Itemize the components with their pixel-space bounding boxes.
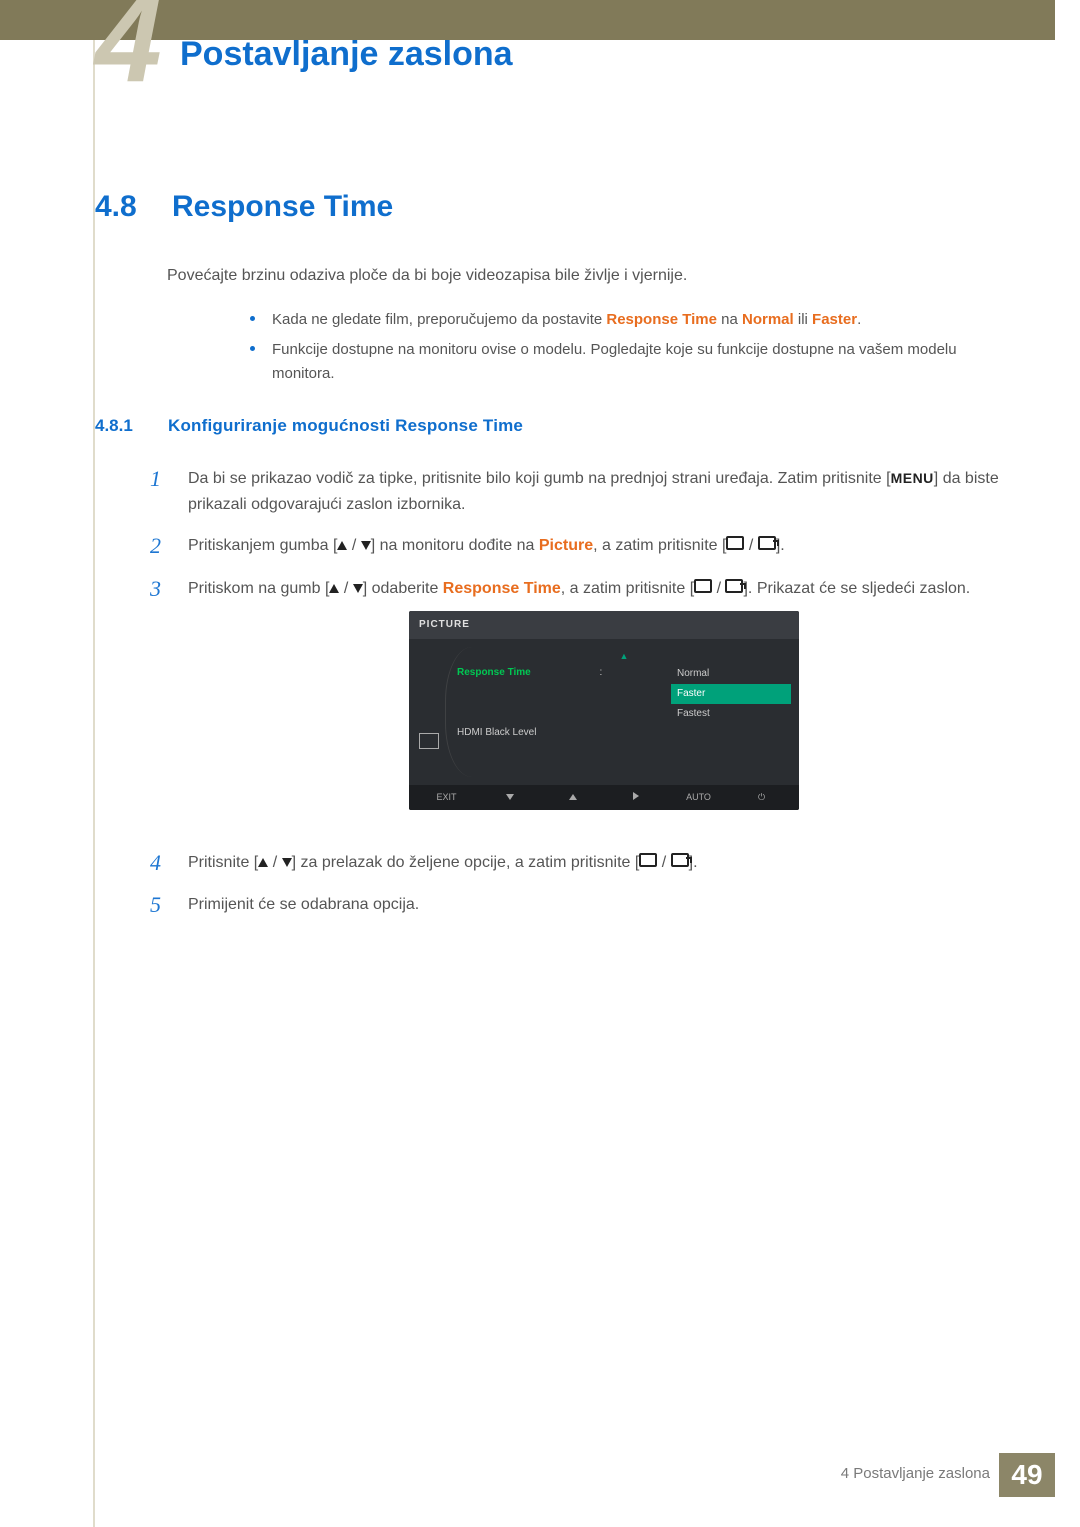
osd-right-icon <box>604 790 667 804</box>
highlight: Picture <box>539 537 593 554</box>
text: Pritiskanjem gumba [ <box>188 537 337 554</box>
note-item: Funkcije dostupne na monitoru ovise o mo… <box>250 338 1020 386</box>
osd-scroll-up-icon: ▲ <box>457 649 791 663</box>
footer-chapter-label: 4 Postavljanje zaslona <box>841 1465 990 1482</box>
osd-menu: ▲ Response Time : Normal Faster Fastest <box>449 645 799 755</box>
menu-label: MENU <box>891 470 934 486</box>
page-number: 49 <box>999 1453 1055 1497</box>
osd-auto-label: AUTO <box>667 790 730 804</box>
step-text: Da bi se prikazao vodič za tipke, pritis… <box>188 466 1020 517</box>
text: , a zatim pritisnite [ <box>561 580 694 597</box>
step: 3 Pritiskom na gumb [ / ] odaberite Resp… <box>150 576 1020 834</box>
step: 2 Pritiskanjem gumba [ / ] na monitoru d… <box>150 533 1020 559</box>
step-number: 1 <box>150 466 168 517</box>
highlight: Response Time <box>443 580 561 597</box>
subsection-heading: 4.8.1 Konfiguriranje mogućnosti Response… <box>95 416 1020 436</box>
step-text: Primijenit će se odabrana opcija. <box>188 892 1020 918</box>
text: ]. Prikazat će se sljedeći zaslon. <box>743 580 970 597</box>
step-number: 4 <box>150 850 168 876</box>
intro-text: Povećajte brzinu odaziva ploče da bi boj… <box>167 264 1020 288</box>
up-down-icon: / <box>258 854 291 871</box>
step: 5 Primijenit će se odabrana opcija. <box>150 892 1020 918</box>
section-heading: 4.8 Response Time <box>95 190 1020 224</box>
text: ] na monitoru dođite na <box>371 537 539 554</box>
footer: 4 Postavljanje zaslona 49 <box>0 1453 1080 1497</box>
text: Pritiskom na gumb [ <box>188 580 329 597</box>
page: 4 Postavljanje zaslona 4.8 Response Time… <box>0 0 1080 1527</box>
step-text: Pritiskom na gumb [ / ] odaberite Respon… <box>188 576 1020 834</box>
up-down-icon: / <box>329 580 362 597</box>
note-text: ili <box>794 311 812 328</box>
text: Pritisnite [ <box>188 854 258 871</box>
step-text: Pritiskanjem gumba [ / ] na monitoru dođ… <box>188 533 1020 559</box>
subsection-number: 4.8.1 <box>95 416 150 436</box>
up-down-icon: / <box>337 537 370 554</box>
enter-icon: / <box>639 854 688 871</box>
osd-row: Response Time : Normal Faster Fastest <box>457 664 791 724</box>
enter-icon: / <box>694 580 743 597</box>
text: ] odaberite <box>363 580 443 597</box>
osd-up-icon <box>541 790 604 804</box>
osd-power-icon: ⏻ <box>730 790 793 804</box>
osd-down-icon <box>478 790 541 804</box>
step: 4 Pritisnite [ / ] za prelazak do željen… <box>150 850 1020 876</box>
step-number: 3 <box>150 576 168 834</box>
osd-option-active: Faster <box>671 684 791 704</box>
osd-option: Fastest <box>671 704 791 724</box>
note-text: na <box>717 311 742 328</box>
section-title: Response Time <box>172 190 393 224</box>
osd-category-icon <box>419 733 439 749</box>
step-text: Pritisnite [ / ] za prelazak do željene … <box>188 850 1020 876</box>
highlight: Normal <box>742 311 794 328</box>
chapter-number: 4 <box>95 0 162 100</box>
chapter-title: Postavljanje zaslona <box>180 35 513 74</box>
highlight: Faster <box>812 311 857 328</box>
text: ] za prelazak do željene opcije, a zatim… <box>292 854 640 871</box>
enter-icon: / <box>726 537 775 554</box>
osd-screenshot: PICTURE ▲ Response Time : Normal <box>409 611 799 809</box>
content: 4.8 Response Time Povećajte brzinu odazi… <box>95 190 1020 934</box>
osd-body: ▲ Response Time : Normal Faster Fastest <box>409 639 799 785</box>
step-list: 1 Da bi se prikazao vodič za tipke, prit… <box>150 466 1020 918</box>
subsection-title: Konfiguriranje mogućnosti Response Time <box>168 416 523 436</box>
osd-sidebar <box>409 645 449 755</box>
note-list: Kada ne gledate film, preporučujemo da p… <box>210 308 1020 386</box>
text: , a zatim pritisnite [ <box>593 537 726 554</box>
osd-options: Normal Faster Fastest <box>671 664 791 724</box>
step: 1 Da bi se prikazao vodič za tipke, prit… <box>150 466 1020 517</box>
step-number: 5 <box>150 892 168 918</box>
osd-button-bar: EXIT AUTO ⏻ <box>409 785 799 809</box>
osd-exit-label: EXIT <box>415 790 478 804</box>
section-number: 4.8 <box>95 190 150 224</box>
osd-option: Normal <box>671 664 791 684</box>
note-text: Kada ne gledate film, preporučujemo da p… <box>272 311 606 328</box>
text: Da bi se prikazao vodič za tipke, pritis… <box>188 470 891 487</box>
note-text: . <box>857 311 861 328</box>
osd-header: PICTURE <box>409 611 799 639</box>
step-number: 2 <box>150 533 168 559</box>
note-item: Kada ne gledate film, preporučujemo da p… <box>250 308 1020 332</box>
highlight: Response Time <box>606 311 717 328</box>
osd-row: HDMI Black Level <box>457 724 791 742</box>
